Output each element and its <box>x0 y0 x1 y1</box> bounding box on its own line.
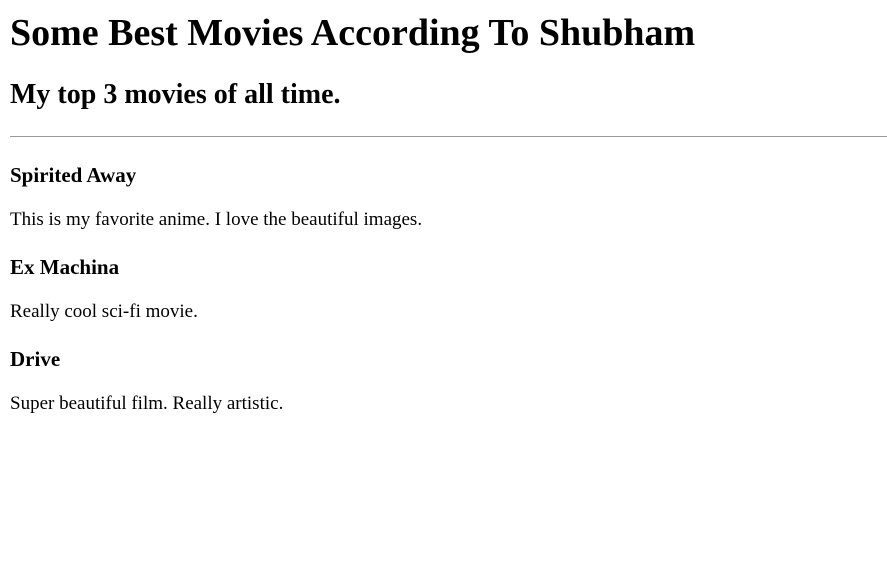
page-content: Some Best Movies According To Shubham My… <box>0 11 887 415</box>
movie-description: Really cool sci-fi movie. <box>10 301 198 322</box>
movie-title: Ex Machina <box>10 255 120 279</box>
movie-entry-drive: Drive Super beautiful film. Really artis… <box>10 346 887 415</box>
movie-title: Spirited Away <box>10 163 137 187</box>
movie-description: This is my favorite anime. I love the be… <box>10 209 423 230</box>
movie-title: Drive <box>10 347 61 371</box>
movie-entry-ex-machina: Ex Machina Really cool sci-fi movie. <box>10 254 887 323</box>
page-title: Some Best Movies According To Shubham <box>10 12 696 54</box>
page-subtitle: My top 3 movies of all time. <box>10 79 341 110</box>
divider <box>10 136 887 137</box>
movie-entry-spirited-away: Spirited Away This is my favorite anime.… <box>10 162 887 231</box>
movie-description: Super beautiful film. Really artistic. <box>10 393 284 414</box>
